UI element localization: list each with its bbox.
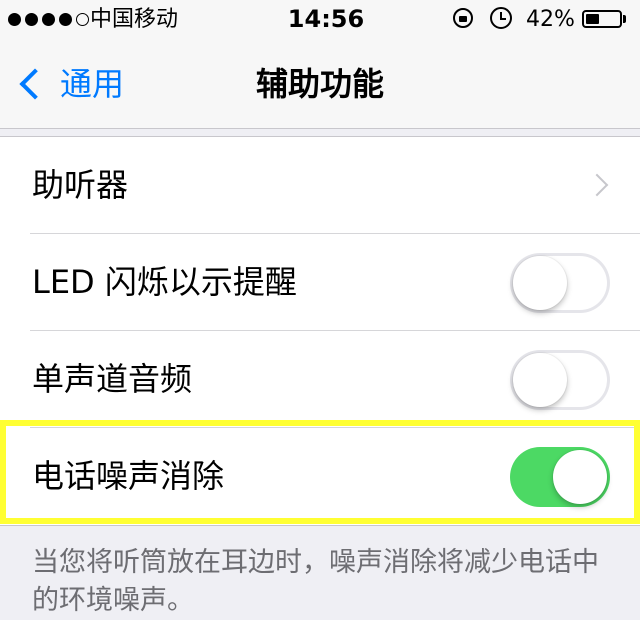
noise-cancellation-toggle[interactable] — [510, 447, 610, 507]
status-bar: 中国移动 14:56 42% — [0, 0, 640, 40]
settings-row-led-flash: LED 闪烁以示提醒 — [0, 234, 640, 331]
signal-strength-icon — [8, 13, 89, 26]
signal-dot — [25, 13, 38, 26]
rotation-lock-icon — [453, 8, 473, 28]
row-label: 电话噪声消除 — [32, 457, 225, 495]
battery-fill — [586, 14, 600, 24]
battery-icon — [582, 10, 622, 28]
settings-row-noise-cancellation: 电话噪声消除 — [0, 428, 640, 525]
signal-dot — [8, 13, 21, 26]
settings-row-hearing-aids[interactable]: 助听器 — [0, 137, 640, 234]
footer-note: 当您将听筒放在耳边时，噪声消除将减少电话中的环境噪声。 — [32, 547, 599, 616]
battery-percent: 42% — [526, 7, 575, 32]
signal-dot — [42, 13, 55, 26]
clock: 14:56 — [287, 5, 365, 33]
row-label: LED 闪烁以示提醒 — [32, 263, 297, 301]
navigation-bar: 通用 辅助功能 — [0, 40, 640, 129]
signal-dot — [76, 13, 89, 26]
page-title: 辅助功能 — [255, 65, 384, 103]
row-label: 单声道音频 — [32, 360, 193, 398]
settings-row-mono-audio: 单声道音频 — [0, 331, 640, 428]
row-label: 助听器 — [32, 166, 129, 204]
mono-audio-toggle[interactable] — [510, 350, 610, 410]
toggle-knob — [513, 353, 567, 407]
toggle-knob — [553, 450, 607, 504]
signal-dot — [59, 13, 72, 26]
settings-list: 助听器 LED 闪烁以示提醒 单声道音频 电话噪声消除 — [0, 136, 640, 526]
battery-tip — [623, 15, 626, 23]
carrier-name: 中国移动 — [90, 7, 179, 32]
alarm-icon — [490, 7, 512, 29]
led-flash-toggle[interactable] — [510, 253, 610, 313]
chevron-right-icon — [585, 173, 609, 197]
toggle-knob — [513, 256, 567, 310]
